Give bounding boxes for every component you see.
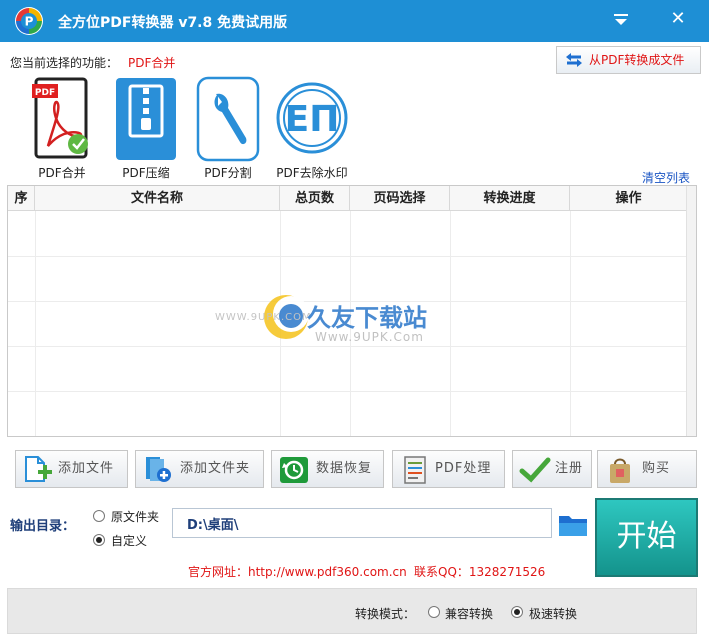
clear-list-link[interactable]: 清空列表 bbox=[642, 169, 690, 186]
checkmark-icon bbox=[519, 457, 551, 483]
data-recovery-icon bbox=[280, 457, 308, 483]
tool-pdf-merge-label: PDF合并 bbox=[38, 166, 86, 180]
svg-text:P: P bbox=[25, 15, 34, 29]
official-website-text: 官方网址：http://www.pdf360.com.cn bbox=[188, 565, 407, 579]
from-pdf-convert-button[interactable]: 从PDF转换成文件 bbox=[556, 46, 701, 74]
add-file-label: 添加文件 bbox=[58, 461, 115, 476]
pdf-merge-icon: PDF bbox=[32, 77, 88, 159]
tool-pdf-split-label: PDF分割 bbox=[204, 166, 252, 180]
column-divider bbox=[35, 211, 36, 436]
compat-mode-radio[interactable] bbox=[428, 606, 440, 618]
watermark-remove-icon: EΠ bbox=[276, 82, 348, 154]
add-file-icon bbox=[25, 456, 52, 482]
custom-folder-label: 自定义 bbox=[111, 534, 148, 548]
table-row[interactable] bbox=[8, 256, 696, 257]
col-index[interactable]: 序 bbox=[8, 186, 35, 211]
tool-pdf-compress-label: PDF压缩 bbox=[122, 166, 170, 180]
svg-text:EΠ: EΠ bbox=[285, 99, 340, 140]
tool-pdf-remove-watermark-label: PDF去除水印 bbox=[276, 166, 348, 180]
current-function-label: 您当前选择的功能： bbox=[10, 56, 119, 70]
fast-mode-radio[interactable] bbox=[511, 606, 523, 618]
pdf-process-label: PDF处理 bbox=[435, 461, 492, 476]
watermark-url-1: WWW.9UPK.COM bbox=[215, 312, 312, 323]
window-title: 全方位PDF转换器 v7.8 免费试用版 bbox=[58, 15, 288, 31]
add-file-button[interactable]: 添加文件 bbox=[15, 450, 128, 488]
start-button[interactable]: 开始 bbox=[595, 498, 698, 577]
source-folder-radio[interactable] bbox=[93, 510, 105, 522]
pdf-process-icon bbox=[404, 456, 426, 484]
table-header: 序 文件名称 总页数 页码选择 转换进度 操作 bbox=[8, 186, 696, 211]
main-content: 您当前选择的功能： PDF合并 从PDF转换成文件 PDF PDF合并 PDF压… bbox=[0, 42, 709, 640]
shopping-bag-icon bbox=[610, 458, 630, 483]
conversion-mode-bar: 转换模式： 兼容转换 极速转换 bbox=[7, 588, 697, 634]
compat-mode-label: 兼容转换 bbox=[445, 607, 494, 621]
buy-button[interactable]: 购买 bbox=[597, 450, 697, 488]
add-folder-label: 添加文件夹 bbox=[180, 461, 251, 476]
add-folder-button[interactable]: 添加文件夹 bbox=[135, 450, 264, 488]
col-page-range[interactable]: 页码选择 bbox=[350, 186, 450, 211]
source-folder-label: 原文件夹 bbox=[111, 510, 160, 524]
contact-qq-text: 联系QQ：1328271526 bbox=[414, 565, 546, 579]
minimize-icon bbox=[614, 14, 628, 25]
close-button[interactable]: ✕ bbox=[664, 8, 692, 32]
table-scrollbar[interactable] bbox=[686, 186, 696, 436]
tool-pdf-split[interactable]: PDF分割 bbox=[190, 76, 266, 186]
from-pdf-convert-label: 从PDF转换成文件 bbox=[589, 53, 685, 67]
col-total-pages[interactable]: 总页数 bbox=[280, 186, 350, 211]
site-watermark: WWW.9UPK.COM 久友下载站 Www.9UPK.Com bbox=[215, 288, 495, 360]
wrench-icon bbox=[196, 76, 260, 162]
output-path-input[interactable] bbox=[172, 508, 552, 538]
title-bar: P 全方位PDF转换器 v7.8 免费试用版 ✕ bbox=[0, 0, 709, 42]
pdf-process-button[interactable]: PDF处理 bbox=[392, 450, 505, 488]
data-recovery-button[interactable]: 数据恢复 bbox=[271, 450, 384, 488]
col-operation[interactable]: 操作 bbox=[570, 186, 688, 211]
swap-arrows-icon bbox=[566, 53, 582, 67]
output-dir-label: 输出目录： bbox=[10, 519, 76, 534]
register-button[interactable]: 注册 bbox=[512, 450, 592, 488]
table-row[interactable] bbox=[8, 391, 696, 392]
minimize-button[interactable] bbox=[607, 8, 635, 32]
col-progress[interactable]: 转换进度 bbox=[450, 186, 570, 211]
column-divider bbox=[570, 211, 571, 436]
close-icon: ✕ bbox=[670, 8, 686, 29]
current-function-value: PDF合并 bbox=[128, 56, 176, 70]
browse-folder-icon[interactable] bbox=[558, 512, 588, 538]
fast-mode-label: 极速转换 bbox=[529, 607, 578, 621]
add-folder-icon bbox=[146, 457, 171, 482]
custom-folder-radio[interactable] bbox=[93, 534, 105, 546]
buy-label: 购买 bbox=[642, 461, 671, 476]
tool-pdf-merge[interactable]: PDF PDF合并 bbox=[24, 76, 100, 186]
tool-pdf-compress[interactable]: PDF压缩 bbox=[108, 76, 184, 186]
app-logo-icon: P bbox=[15, 7, 43, 35]
conversion-mode-label: 转换模式： bbox=[355, 607, 416, 621]
tool-pdf-remove-watermark[interactable]: EΠ PDF去除水印 bbox=[274, 76, 350, 186]
zip-compress-icon bbox=[116, 78, 176, 160]
watermark-site-name: 久友下载站 bbox=[307, 304, 427, 332]
register-label: 注册 bbox=[555, 461, 584, 476]
svg-text:PDF: PDF bbox=[35, 88, 55, 98]
col-file-name[interactable]: 文件名称 bbox=[35, 186, 280, 211]
data-recovery-label: 数据恢复 bbox=[316, 461, 373, 476]
watermark-url-2: Www.9UPK.Com bbox=[315, 330, 424, 344]
